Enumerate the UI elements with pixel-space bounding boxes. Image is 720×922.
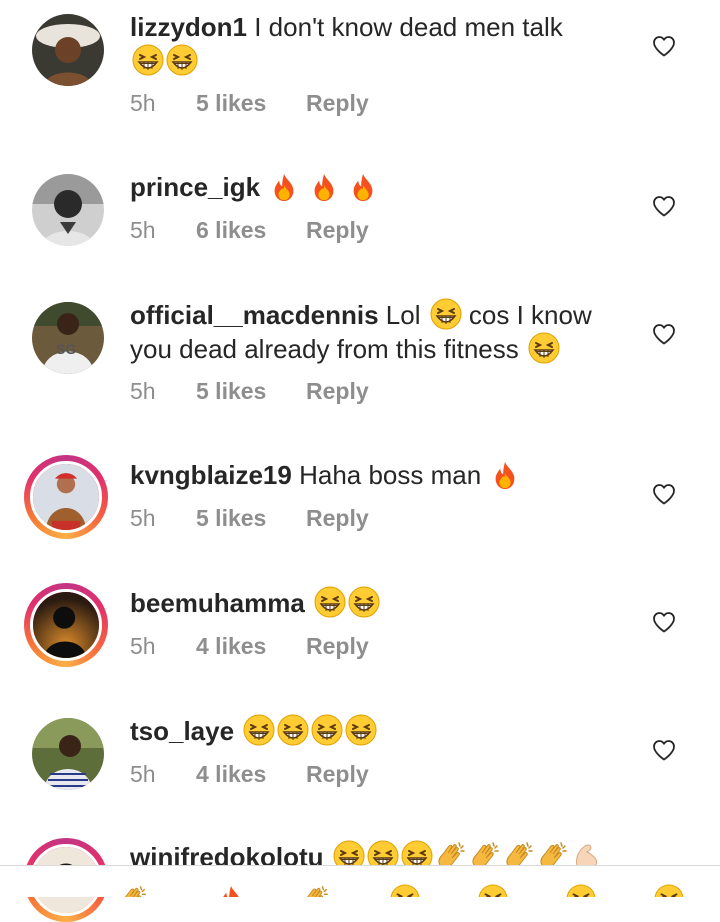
grinning-squinting-face-emoji[interactable] xyxy=(654,884,684,897)
heart-outline-icon[interactable] xyxy=(652,323,676,345)
comment-body: I don't know dead men talk xyxy=(247,12,563,42)
grinning-squinting-face-emoji xyxy=(348,586,380,618)
quick-reaction-bar xyxy=(0,865,720,897)
comment-username[interactable]: prince_igk xyxy=(130,172,260,202)
comment-username[interactable]: official__macdennis xyxy=(130,300,379,330)
comment-body xyxy=(234,716,241,746)
reply-button[interactable]: Reply xyxy=(306,378,369,405)
comment-likes[interactable]: 5 likes xyxy=(196,378,306,405)
grinning-squinting-face-emoji[interactable] xyxy=(566,884,596,897)
avatar xyxy=(30,461,102,533)
grinning-squinting-face-emoji xyxy=(243,714,275,746)
comment-text: beemuhamma xyxy=(130,586,620,620)
heart-outline-icon[interactable] xyxy=(652,195,676,217)
comment-body: Lol xyxy=(378,300,428,330)
user-avatar-photo xyxy=(33,464,99,530)
comment-time: 5h xyxy=(130,378,156,404)
comment-meta: 5h 4 likes Reply xyxy=(130,761,369,788)
fire-emoji xyxy=(490,460,520,490)
comment-meta: 5h 4 likes Reply xyxy=(130,633,369,660)
comment-likes[interactable]: 5 likes xyxy=(196,90,306,117)
user-avatar-photo xyxy=(32,718,104,790)
avatar[interactable] xyxy=(32,718,104,790)
reply-button[interactable]: Reply xyxy=(306,761,369,788)
reply-button[interactable]: Reply xyxy=(306,505,369,532)
comments-list: lizzydon1 I don't know dead men talk 5h 5… xyxy=(0,0,720,922)
comment-likes[interactable]: 4 likes xyxy=(196,633,306,660)
fire-emoji xyxy=(348,172,378,202)
comment-time: 5h xyxy=(130,217,156,243)
comment-text: lizzydon1 I don't know dead men talk xyxy=(130,10,620,78)
grinning-squinting-face-emoji[interactable] xyxy=(390,884,420,897)
grinning-squinting-face-emoji xyxy=(430,298,462,330)
clapping-hands-emoji[interactable] xyxy=(300,884,330,897)
comment-likes[interactable]: 6 likes xyxy=(196,217,306,244)
heart-outline-icon[interactable] xyxy=(652,35,676,57)
comment-time: 5h xyxy=(130,633,156,659)
comment-text: kvngblaize19 Haha boss man xyxy=(130,458,620,492)
comment-time: 5h xyxy=(130,90,156,116)
user-avatar-photo xyxy=(33,592,99,658)
comment-meta: 5h 6 likes Reply xyxy=(130,217,369,244)
comment-username[interactable]: lizzydon1 xyxy=(130,12,247,42)
comment-likes[interactable]: 4 likes xyxy=(196,761,306,788)
heart-outline-icon[interactable] xyxy=(652,483,676,505)
comment-username[interactable]: tso_laye xyxy=(130,716,234,746)
comment-meta: 5h 5 likes Reply xyxy=(130,378,369,405)
grinning-squinting-face-emoji xyxy=(166,44,198,76)
reply-button[interactable]: Reply xyxy=(306,90,369,117)
grinning-squinting-face-emoji xyxy=(277,714,309,746)
user-avatar-photo xyxy=(32,174,104,246)
fire-emoji[interactable] xyxy=(216,884,246,897)
grinning-squinting-face-emoji xyxy=(345,714,377,746)
user-avatar-photo: SG xyxy=(32,302,104,374)
comment-username[interactable]: beemuhamma xyxy=(130,588,305,618)
grinning-squinting-face-emoji xyxy=(314,586,346,618)
avatar[interactable] xyxy=(32,174,104,246)
comment-username[interactable]: kvngblaize19 xyxy=(130,460,292,490)
user-avatar-photo xyxy=(32,14,104,86)
comment-body xyxy=(260,172,267,202)
heart-outline-icon[interactable] xyxy=(652,739,676,761)
heart-outline-icon[interactable] xyxy=(652,611,676,633)
fire-emoji xyxy=(269,172,299,202)
comment-meta: 5h 5 likes Reply xyxy=(130,505,369,532)
comment-body: Haha boss man xyxy=(291,460,489,490)
comment-text: prince_igk xyxy=(130,170,620,204)
comment-body xyxy=(305,588,312,618)
reply-button[interactable]: Reply xyxy=(306,633,369,660)
clapping-hands-emoji[interactable] xyxy=(118,884,148,897)
fire-emoji xyxy=(309,172,339,202)
comment-meta: 5h 5 likes Reply xyxy=(130,90,369,117)
comment-time: 5h xyxy=(130,761,156,787)
comment-time: 5h xyxy=(130,505,156,531)
grinning-squinting-face-emoji xyxy=(311,714,343,746)
comment-likes[interactable]: 5 likes xyxy=(196,505,306,532)
comment-text: official__macdennis Lol cos I know you d… xyxy=(130,298,620,366)
reply-button[interactable]: Reply xyxy=(306,217,369,244)
svg-text:SG: SG xyxy=(56,341,76,357)
avatar xyxy=(30,589,102,661)
avatar[interactable] xyxy=(32,14,104,86)
grinning-squinting-face-emoji xyxy=(528,332,560,364)
comment-text: tso_laye xyxy=(130,714,620,748)
avatar-story-ring[interactable] xyxy=(24,583,108,667)
avatar-story-ring[interactable] xyxy=(24,455,108,539)
grinning-squinting-face-emoji xyxy=(132,44,164,76)
grinning-squinting-face-emoji[interactable] xyxy=(478,884,508,897)
avatar[interactable]: SG xyxy=(32,302,104,374)
